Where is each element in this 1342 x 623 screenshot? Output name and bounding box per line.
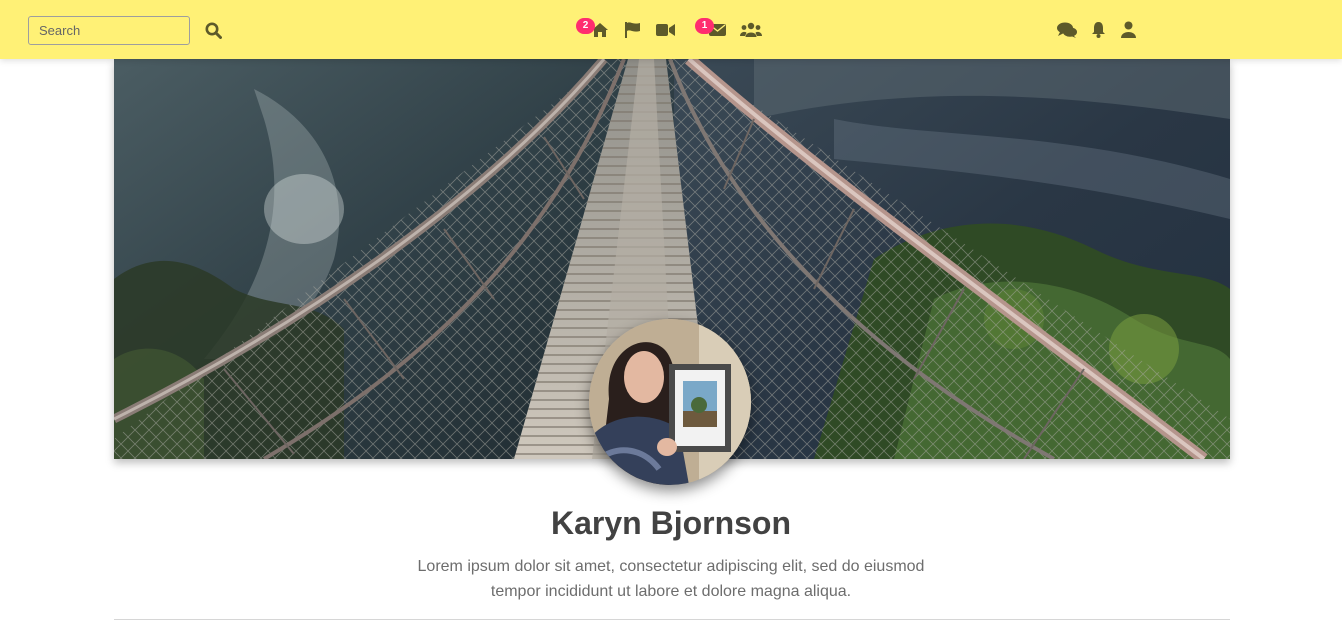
- profile-bio: Lorem ipsum dolor sit amet, consectetur …: [417, 558, 925, 600]
- user-icon[interactable]: [1121, 21, 1136, 38]
- chat-icon[interactable]: [1057, 22, 1077, 38]
- flag-icon[interactable]: [624, 22, 641, 38]
- section-divider: [114, 619, 1230, 620]
- profile-name: Karyn Bjornson: [550, 505, 792, 541]
- profile-avatar[interactable]: [589, 319, 751, 485]
- users-icon[interactable]: [740, 22, 762, 38]
- top-navbar: 2 1: [0, 0, 1342, 59]
- search-input[interactable]: [28, 16, 190, 45]
- search-icon[interactable]: [205, 22, 222, 39]
- bell-icon[interactable]: [1091, 21, 1106, 38]
- home-notification-badge: 2: [576, 18, 595, 34]
- messages-notification-badge: 1: [695, 18, 714, 34]
- video-icon[interactable]: [656, 23, 675, 37]
